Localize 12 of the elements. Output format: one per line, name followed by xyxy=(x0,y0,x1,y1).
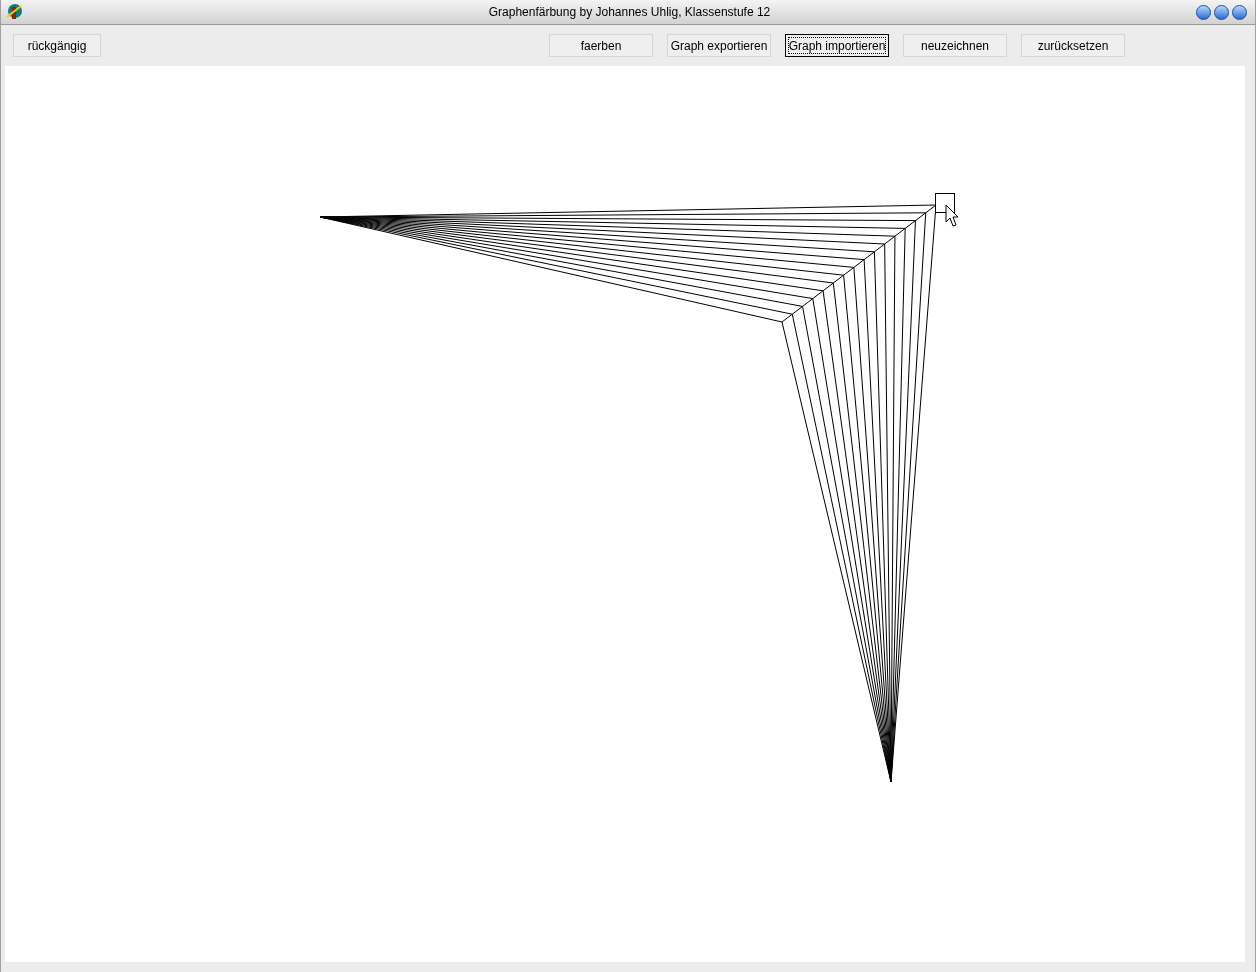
toolbar-button[interactable]: Graph exportieren xyxy=(667,34,771,57)
cursor-icon xyxy=(945,204,959,227)
maximize-button[interactable] xyxy=(1214,4,1229,20)
app-icon xyxy=(5,3,23,21)
toolbar-button[interactable]: Graph importieren xyxy=(785,34,889,57)
toolbar-button[interactable]: neuzeichnen xyxy=(903,34,1007,57)
close-button[interactable] xyxy=(1232,4,1247,20)
toolbar-button[interactable]: rückgängig xyxy=(13,34,101,57)
toolbar-button[interactable]: zurücksetzen xyxy=(1021,34,1125,57)
window-title: Graphenfärbung by Johannes Uhlig, Klassenstufe 12 xyxy=(488,4,771,21)
toolbar-button[interactable]: faerben xyxy=(549,34,653,57)
minimize-button[interactable] xyxy=(1196,4,1211,20)
